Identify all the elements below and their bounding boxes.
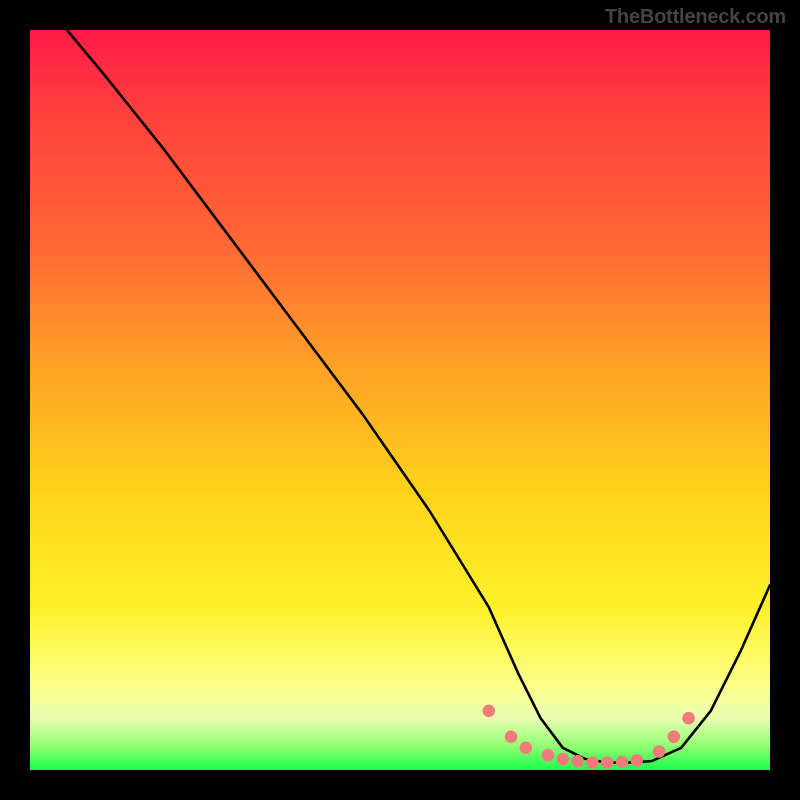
chart-frame: TheBottleneck.com (0, 0, 800, 800)
trough-dot (571, 755, 584, 768)
trough-dot (505, 730, 518, 743)
trough-dot (601, 756, 614, 769)
chart-svg (30, 30, 770, 770)
trough-dot (520, 742, 533, 755)
trough-dot (631, 754, 644, 767)
trough-dot (616, 756, 629, 769)
trough-dot (586, 756, 599, 769)
plot-area (30, 30, 770, 770)
trough-dots-group (483, 705, 695, 769)
watermark-text: TheBottleneck.com (605, 6, 786, 29)
trough-dot (557, 753, 570, 766)
trough-dot (682, 712, 695, 725)
trough-dot (483, 705, 496, 718)
trough-dot (542, 749, 555, 762)
trough-dot (653, 745, 666, 758)
trough-dot (668, 730, 681, 743)
curve-line (67, 30, 770, 763)
